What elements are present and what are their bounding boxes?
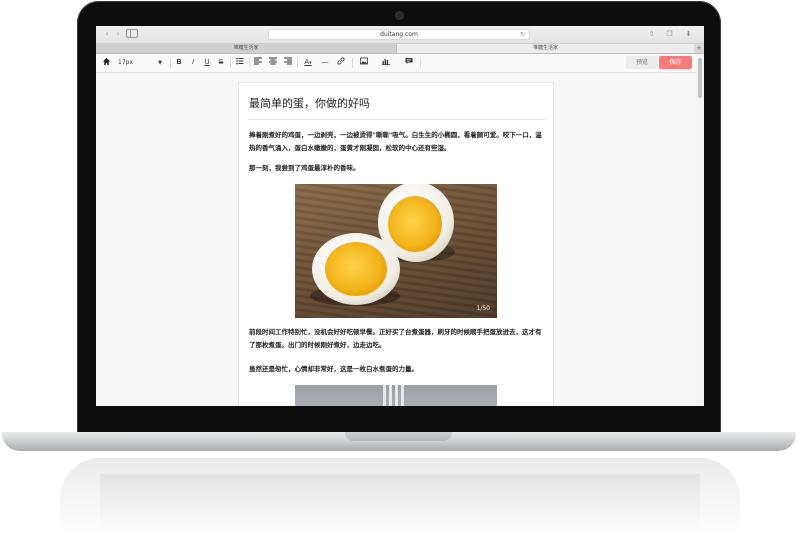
paragraph-4[interactable]: 虽然还是匆忙，心情却非常好，这是一枚白水煮蛋的力量。 — [249, 363, 545, 376]
document-title[interactable]: 最简单的蛋，你做的好吗 — [249, 95, 370, 111]
image-icon[interactable] — [359, 57, 369, 69]
paragraph-3[interactable]: 前段时间工作特别忙，没机会好好吃顿早餐。正好买了台煮蛋器，刷牙的时候顺手把蛋放进… — [249, 326, 545, 352]
toolbar-divider — [420, 58, 421, 68]
fork-photo[interactable] — [295, 385, 497, 406]
scrollbar[interactable] — [696, 54, 704, 406]
browser-titlebar: ‹ › duitang.com ↻ ⇧ ❐ ⬇ — [96, 26, 704, 44]
preview-button[interactable]: 预览 — [626, 56, 658, 69]
font-size-value: 17px — [118, 59, 133, 66]
back-icon[interactable]: ‹ — [102, 29, 112, 39]
share-icon[interactable]: ⇧ — [646, 29, 657, 39]
scroll-thumb[interactable] — [698, 58, 702, 98]
italic-button[interactable]: I — [188, 57, 198, 69]
paragraph-1[interactable]: 捧着刚煮好的鸡蛋，一边剥壳，一边被烫得"嘶嘶"吸气。白生生的小椭圆，看着颇可爱。… — [249, 129, 545, 155]
photo-counter: 1/50 — [476, 305, 490, 312]
horizontal-rule-icon[interactable]: — — [320, 57, 330, 69]
fork-illustration — [383, 385, 404, 406]
title-divider — [249, 119, 545, 120]
font-size-select[interactable]: 17px ▼ — [114, 57, 166, 69]
address-text: duitang.com — [380, 31, 418, 38]
tab-2[interactable]: 堆糖生活家 — [396, 44, 694, 53]
new-tab-icon[interactable]: + — [696, 44, 702, 53]
toolbar-divider — [352, 58, 353, 68]
egg-photo[interactable]: 1/50 — [295, 184, 497, 318]
strikethrough-button[interactable]: S — [216, 57, 226, 69]
unordered-list-icon[interactable] — [235, 57, 245, 69]
align-center-icon[interactable] — [268, 57, 278, 69]
paragraph-2[interactable]: 那一刻，我尝到了鸡蛋最淳朴的香味。 — [249, 162, 545, 175]
save-button[interactable]: 保存 — [659, 56, 692, 69]
underline-button[interactable]: U — [202, 57, 212, 69]
align-left-icon[interactable] — [253, 57, 263, 69]
reload-icon[interactable]: ↻ — [520, 30, 525, 40]
editor-toolbar: 17px ▼ B I U S A▾ — 预览 保存 — [96, 54, 696, 73]
tab-bar: 堆糖生活家 堆糖生活家 + — [96, 44, 704, 54]
toolbar-divider — [170, 58, 171, 68]
editor-page[interactable]: 最简单的蛋，你做的好吗 捧着刚煮好的鸡蛋，一边剥壳，一边被烫得"嘶嘶"吸气。白生… — [238, 82, 554, 406]
link-icon[interactable] — [336, 57, 346, 69]
tab-1[interactable]: 堆糖生活家 — [96, 44, 396, 53]
sidebar-toggle-icon[interactable] — [126, 29, 138, 38]
font-color-button[interactable]: A▾ — [301, 57, 315, 69]
forward-icon[interactable]: › — [113, 29, 123, 39]
home-icon[interactable] — [100, 57, 112, 69]
address-bar[interactable]: duitang.com ↻ — [268, 29, 530, 40]
tabs-overview-icon[interactable]: ❐ — [664, 29, 675, 39]
comment-icon[interactable] — [404, 57, 414, 69]
egg-illustration — [310, 184, 455, 306]
downloads-icon[interactable]: ⬇ — [683, 29, 694, 39]
chevron-down-icon: ▼ — [158, 60, 162, 66]
chevron-down-icon: ▾ — [309, 60, 312, 66]
toolbar-divider — [249, 58, 250, 68]
laptop-screen: ‹ › duitang.com ↻ ⇧ ❐ ⬇ 堆糖生活家 堆糖生活家 + 17… — [96, 26, 704, 406]
document-area: 最简单的蛋，你做的好吗 捧着刚煮好的鸡蛋，一边剥壳，一边被烫得"嘶嘶"吸气。白生… — [96, 73, 696, 406]
chart-icon[interactable] — [381, 57, 391, 69]
laptop-notch — [345, 432, 452, 441]
bold-button[interactable]: B — [174, 57, 184, 69]
toolbar-divider — [230, 58, 231, 68]
screen-reflection — [100, 474, 700, 534]
camera-icon — [396, 12, 403, 19]
align-right-icon[interactable] — [283, 57, 293, 69]
toolbar-divider — [297, 58, 298, 68]
